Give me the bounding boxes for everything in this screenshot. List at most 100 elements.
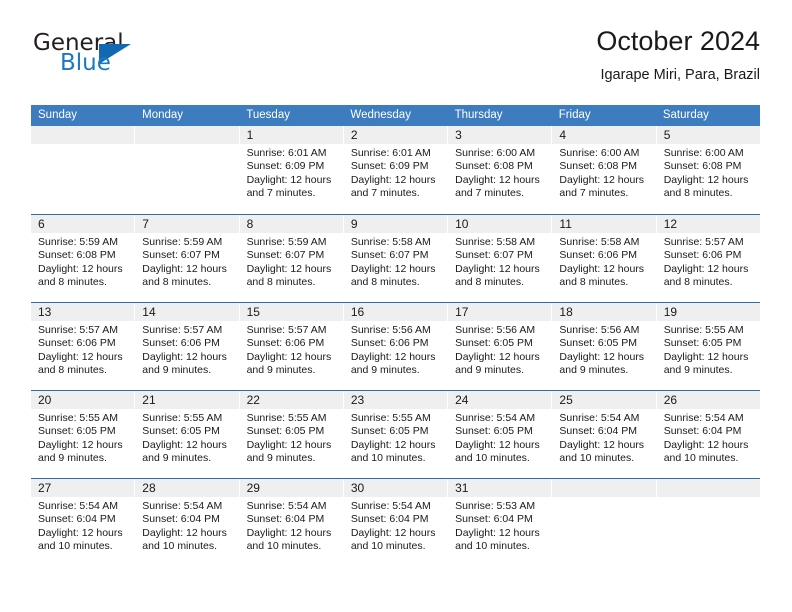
day-number: 28 xyxy=(142,481,156,495)
calendar-day-cell[interactable]: 29 Sunrise: 5:54 AM Sunset: 6:04 PM Dayligh… xyxy=(239,479,344,566)
page-header: General Blue October 2024 Igarape Miri, … xyxy=(31,24,760,96)
day-number: 30 xyxy=(350,481,365,495)
calendar-day-cell[interactable]: 16 Sunrise: 5:56 AM Sunset: 6:06 PM Dayligh… xyxy=(343,303,449,390)
calendar-day-cell[interactable]: 31 Sunrise: 5:53 AM Sunset: 6:04 PM Dayligh… xyxy=(448,479,553,566)
sunrise-text: Sunrise: 6:00 AM xyxy=(455,147,536,159)
calendar-day-cell[interactable]: 5 Sunrise: 6:00 AM Sunset: 6:08 PM Daylight… xyxy=(656,126,760,214)
daylight-text: Daylight: 12 hours xyxy=(142,526,227,539)
day-details xyxy=(135,144,238,147)
daylight-text: Daylight: 12 hours xyxy=(246,526,332,539)
day-number-band: 14 xyxy=(135,303,239,321)
calendar-day-cell[interactable]: 4 Sunrise: 6:00 AM Sunset: 6:08 PM Daylight… xyxy=(552,126,657,214)
calendar-day-cell[interactable]: 19 Sunrise: 5:55 AM Sunset: 6:05 PM Dayligh… xyxy=(656,303,760,390)
weekday-header-row: Sunday Monday Tuesday Wednesday Thursday Frid… xyxy=(31,105,760,126)
calendar-day-cell[interactable]: 28 Sunrise: 5:54 AM Sunset: 6:04 PM Dayligh… xyxy=(135,479,240,566)
calendar-day-cell[interactable]: 27 Sunrise: 5:54 AM Sunset: 6:04 PM Dayligh… xyxy=(31,479,136,566)
day-number-band: 22 xyxy=(239,391,343,409)
day-number: 2 xyxy=(350,128,358,142)
day-number: 15 xyxy=(246,305,260,319)
daylight-text: and 8 minutes. xyxy=(38,364,107,377)
calendar-day-cell[interactable]: 13 Sunrise: 5:57 AM Sunset: 6:06 PM Dayligh… xyxy=(31,303,136,390)
calendar-day-cell-empty xyxy=(135,126,240,214)
calendar-day-cell[interactable]: 17 Sunrise: 5:56 AM Sunset: 6:05 PM Dayligh… xyxy=(448,303,553,390)
day-details: Sunrise: 5:55 AM Sunset: 6:05 PM Daylight:… xyxy=(135,409,238,466)
calendar-day-cell[interactable]: 20 Sunrise: 5:55 AM Sunset: 6:05 PM Dayligh… xyxy=(31,391,136,478)
daylight-text: Daylight: 12 hours xyxy=(455,173,540,186)
calendar-day-cell[interactable]: 24 Sunrise: 5:54 AM Sunset: 6:05 PM Dayligh… xyxy=(448,391,553,478)
day-number-band: 2 xyxy=(343,126,448,144)
sunrise-text: Sunrise: 5:54 AM xyxy=(246,500,327,512)
calendar-day-cell[interactable]: 21 Sunrise: 5:55 AM Sunset: 6:05 PM Dayligh… xyxy=(135,391,240,478)
calendar-day-cell[interactable]: 11 Sunrise: 5:58 AM Sunset: 6:06 PM Dayligh… xyxy=(552,215,657,302)
sunset-text: Sunset: 6:05 PM xyxy=(455,337,533,350)
calendar-day-cell[interactable]: 7 Sunrise: 5:59 AM Sunset: 6:07 PM Daylight… xyxy=(135,215,240,302)
day-details: Sunrise: 5:54 AM Sunset: 6:04 PM Daylight:… xyxy=(240,497,343,554)
day-number: 16 xyxy=(350,305,365,319)
daylight-text: Daylight: 12 hours xyxy=(559,173,645,186)
day-details: Sunrise: 5:59 AM Sunset: 6:08 PM Daylight:… xyxy=(31,233,134,290)
calendar-day-cell[interactable]: 1 Sunrise: 6:01 AM Sunset: 6:09 PM Daylight… xyxy=(239,126,344,214)
calendar-day-cell[interactable]: 15 Sunrise: 5:57 AM Sunset: 6:06 PM Dayligh… xyxy=(239,303,344,390)
calendar-day-cell[interactable]: 8 Sunrise: 5:59 AM Sunset: 6:07 PM Daylight… xyxy=(239,215,344,302)
day-number: 21 xyxy=(142,393,156,407)
day-details: Sunrise: 5:54 AM Sunset: 6:04 PM Daylight:… xyxy=(552,409,655,466)
daylight-text: and 8 minutes. xyxy=(663,187,733,200)
day-number-band: 5 xyxy=(656,126,760,144)
day-number: 5 xyxy=(663,128,671,142)
day-number-band xyxy=(31,126,135,144)
sunrise-text: Sunrise: 5:54 AM xyxy=(142,500,223,512)
calendar-day-cell[interactable]: 6 Sunrise: 5:59 AM Sunset: 6:08 PM Daylight… xyxy=(31,215,136,302)
day-details: Sunrise: 5:57 AM Sunset: 6:06 PM Daylight:… xyxy=(240,321,343,378)
calendar-page: General Blue October 2024 Igarape Miri, … xyxy=(0,0,792,612)
day-number-band: 7 xyxy=(135,215,239,233)
day-number-band: 30 xyxy=(343,479,448,497)
daylight-text: and 10 minutes. xyxy=(559,452,635,465)
calendar-day-cell[interactable]: 12 Sunrise: 5:57 AM Sunset: 6:06 PM Dayligh… xyxy=(656,215,760,302)
daylight-text: and 8 minutes. xyxy=(559,276,629,289)
day-details: Sunrise: 5:55 AM Sunset: 6:05 PM Daylight:… xyxy=(240,409,343,466)
daylight-text: Daylight: 12 hours xyxy=(663,438,749,451)
day-details: Sunrise: 5:58 AM Sunset: 6:07 PM Daylight:… xyxy=(344,233,447,290)
day-number-band: 24 xyxy=(448,391,552,409)
daylight-text: and 9 minutes. xyxy=(142,452,212,465)
calendar-day-cell[interactable]: 30 Sunrise: 5:54 AM Sunset: 6:04 PM Dayligh… xyxy=(343,479,449,566)
calendar-day-cell[interactable]: 18 Sunrise: 5:56 AM Sunset: 6:05 PM Dayligh… xyxy=(552,303,657,390)
day-number-band: 26 xyxy=(656,391,760,409)
calendar-day-cell[interactable]: 22 Sunrise: 5:55 AM Sunset: 6:05 PM Dayligh… xyxy=(239,391,344,478)
daylight-text: Daylight: 12 hours xyxy=(246,350,332,363)
sunset-text: Sunset: 6:04 PM xyxy=(663,425,742,438)
sunrise-text: Sunrise: 5:54 AM xyxy=(38,500,118,512)
weekday-header-friday: Friday xyxy=(558,109,591,121)
calendar-day-cell[interactable]: 9 Sunrise: 5:58 AM Sunset: 6:07 PM Daylight… xyxy=(343,215,449,302)
calendar-day-cell[interactable]: 10 Sunrise: 5:58 AM Sunset: 6:07 PM Dayligh… xyxy=(448,215,553,302)
calendar-day-cell[interactable]: 3 Sunrise: 6:00 AM Sunset: 6:08 PM Daylight… xyxy=(448,126,553,214)
sunset-text: Sunset: 6:07 PM xyxy=(246,249,325,262)
day-number-band: 1 xyxy=(239,126,343,144)
daylight-text: Daylight: 12 hours xyxy=(559,350,645,363)
calendar-day-cell[interactable]: 26 Sunrise: 5:54 AM Sunset: 6:04 PM Dayligh… xyxy=(656,391,760,478)
sunrise-text: Sunrise: 5:59 AM xyxy=(142,236,223,248)
day-details: Sunrise: 5:58 AM Sunset: 6:06 PM Daylight:… xyxy=(552,233,655,290)
calendar-week-row: 1 Sunrise: 6:01 AM Sunset: 6:09 PM Daylight… xyxy=(31,126,760,214)
day-details: Sunrise: 6:01 AM Sunset: 6:09 PM Daylight:… xyxy=(240,144,343,201)
general-blue-logo[interactable]: General Blue xyxy=(31,30,241,88)
daylight-text: and 9 minutes. xyxy=(246,364,316,377)
sunrise-text: Sunrise: 5:57 AM xyxy=(246,324,327,336)
sunset-text: Sunset: 6:06 PM xyxy=(38,337,116,350)
daylight-text: Daylight: 12 hours xyxy=(455,262,540,275)
sunset-text: Sunset: 6:04 PM xyxy=(350,513,429,526)
calendar-day-cell[interactable]: 14 Sunrise: 5:57 AM Sunset: 6:06 PM Dayligh… xyxy=(135,303,240,390)
sunset-text: Sunset: 6:07 PM xyxy=(350,249,429,262)
day-number-band: 18 xyxy=(552,303,656,321)
calendar-day-cell[interactable]: 2 Sunrise: 6:01 AM Sunset: 6:09 PM Daylight… xyxy=(343,126,449,214)
day-number: 29 xyxy=(246,481,260,495)
calendar-day-cell[interactable]: 25 Sunrise: 5:54 AM Sunset: 6:04 PM Dayligh… xyxy=(552,391,657,478)
daylight-text: Daylight: 12 hours xyxy=(663,350,749,363)
day-number: 25 xyxy=(559,393,573,407)
day-number: 17 xyxy=(455,305,469,319)
day-details xyxy=(657,497,760,500)
calendar-week-row: 27 Sunrise: 5:54 AM Sunset: 6:04 PM Dayligh… xyxy=(31,478,760,566)
sunset-text: Sunset: 6:04 PM xyxy=(38,513,116,526)
calendar-day-cell[interactable]: 23 Sunrise: 5:55 AM Sunset: 6:05 PM Dayligh… xyxy=(343,391,449,478)
day-number-band: 16 xyxy=(343,303,448,321)
